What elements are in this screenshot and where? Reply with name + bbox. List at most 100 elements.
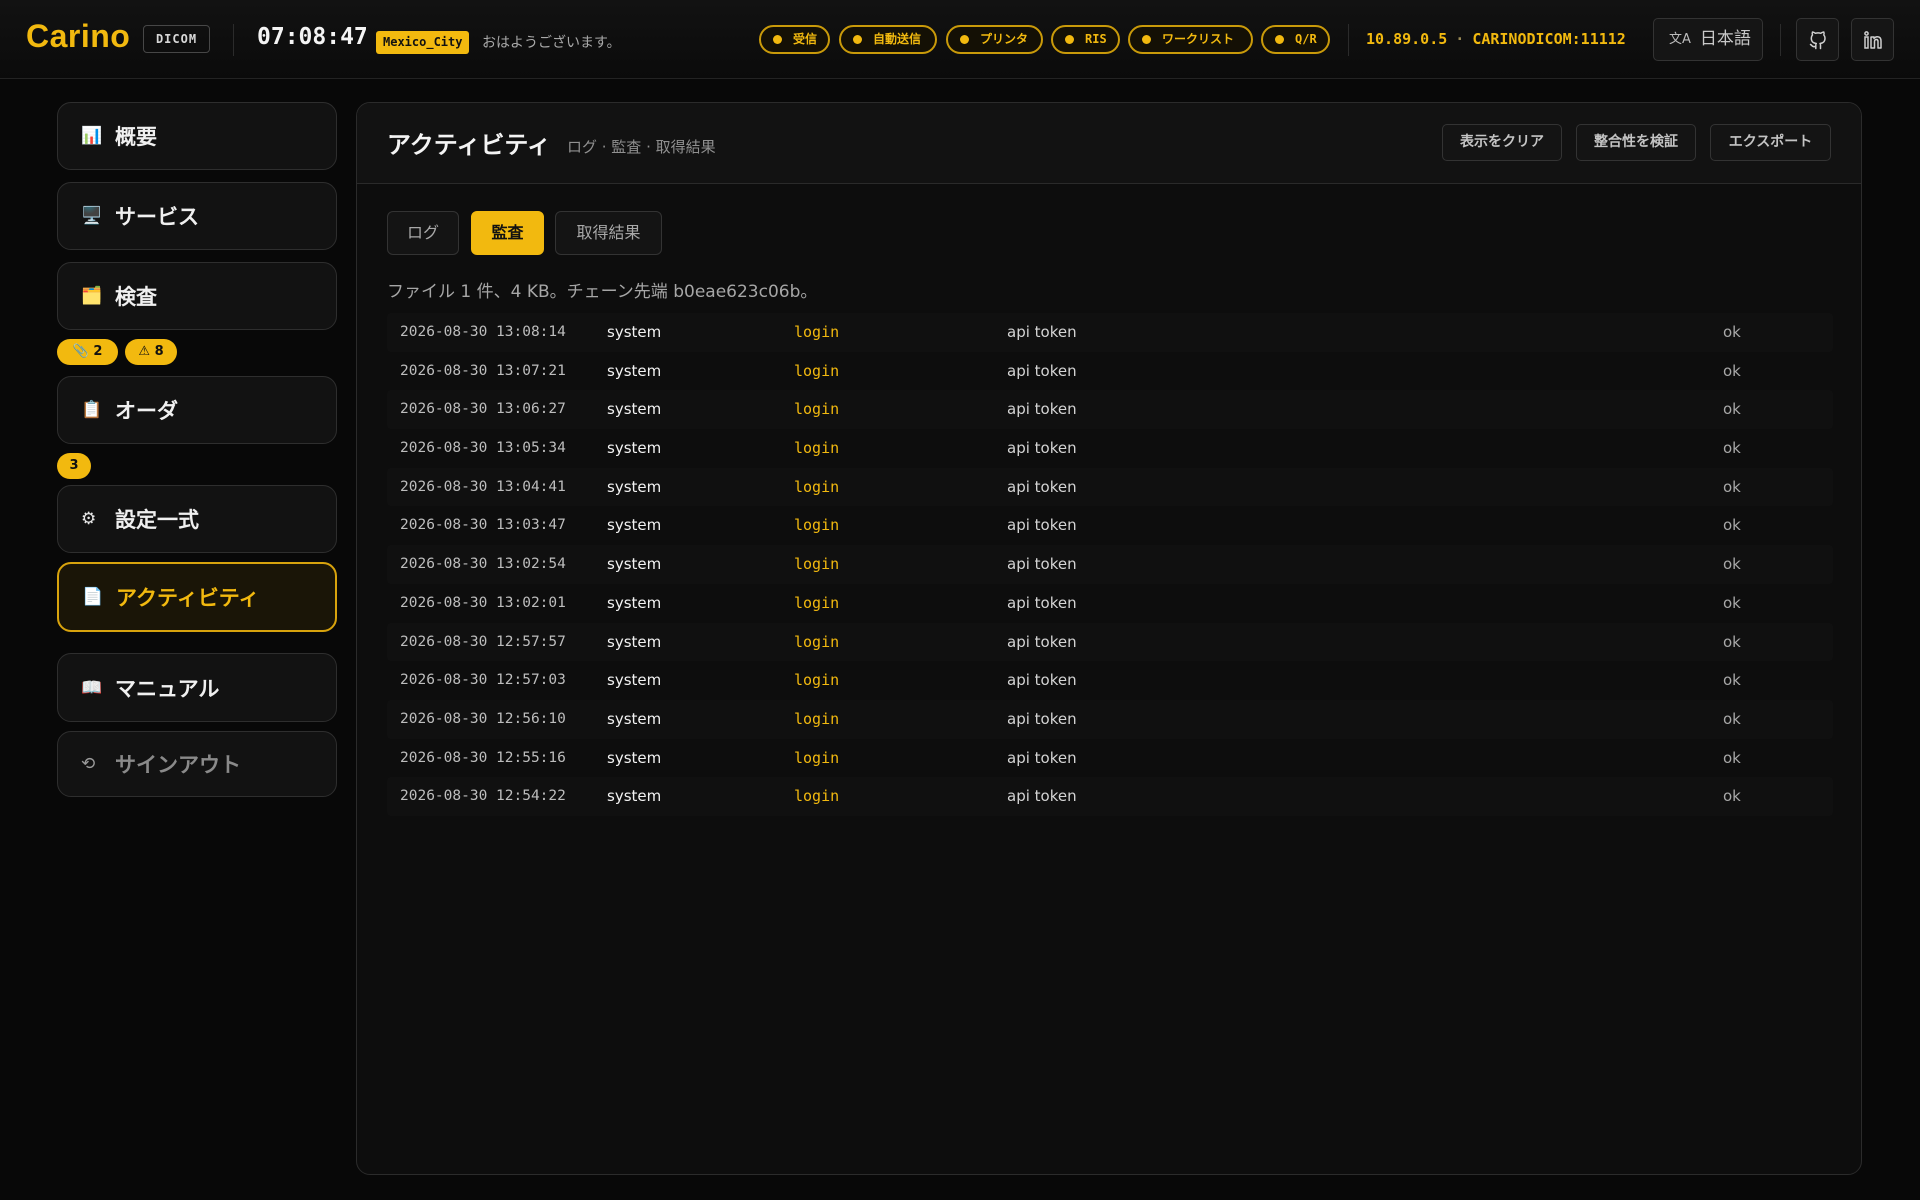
audit-row[interactable]: 2026-08-30 13:02:01 system login api token o… <box>387 584 1833 623</box>
audit-user: system <box>607 593 662 612</box>
audit-time: 2026-08-30 13:06:27 <box>400 401 566 418</box>
monitor-icon: 🖥️ <box>81 206 103 226</box>
divider <box>1348 24 1349 56</box>
audit-row[interactable]: 2026-08-30 12:57:03 system login api token o… <box>387 661 1833 700</box>
audit-row[interactable]: 2026-08-30 13:02:54 system login api token o… <box>387 545 1833 584</box>
audit-time: 2026-08-30 13:07:21 <box>400 362 566 379</box>
document-icon: 📄 <box>82 587 104 607</box>
sidebar-item-label: サービス <box>115 205 199 229</box>
sidebar-item-label: アクティビティ <box>116 586 260 610</box>
audit-detail: api token <box>1007 477 1077 496</box>
chart-icon: 📊 <box>81 126 103 146</box>
audit-detail: api token <box>1007 439 1077 458</box>
audit-action: login <box>794 323 840 341</box>
audit-row[interactable]: 2026-08-30 12:54:22 system login api token o… <box>387 777 1833 816</box>
status-pill-printer[interactable]: プリンタ <box>946 25 1043 54</box>
audit-row[interactable]: 2026-08-30 13:06:27 system login api token o… <box>387 390 1833 430</box>
tab-results[interactable]: 取得結果 <box>555 211 662 255</box>
audit-row[interactable]: 2026-08-30 13:05:34 system login api token o… <box>387 429 1833 468</box>
audit-user: system <box>607 555 662 574</box>
audit-summary: ファイル 1 件、4 KB。チェーン先端 b0eae623c06b。 <box>387 282 818 302</box>
audit-row[interactable]: 2026-08-30 12:57:57 system login api token o… <box>387 622 1833 662</box>
export-button[interactable]: エクスポート <box>1710 124 1831 161</box>
status-dot-icon <box>773 35 782 44</box>
audit-user: system <box>607 477 662 496</box>
tab-audit[interactable]: 監査 <box>471 211 544 255</box>
github-button[interactable] <box>1796 18 1839 61</box>
language-button[interactable]: 文A 日本語 <box>1653 18 1763 61</box>
clear-view-button[interactable]: 表示をクリア <box>1442 124 1562 161</box>
linkedin-button[interactable] <box>1851 18 1894 61</box>
audit-user: system <box>607 439 662 458</box>
host-ae-title: CARINODICOM:11112 <box>1472 30 1626 48</box>
audit-result: ok <box>1723 632 1741 651</box>
audit-user: system <box>607 632 662 651</box>
status-pill-receive[interactable]: 受信 <box>759 25 830 54</box>
sidebar-item-overview[interactable]: 📊 概要 <box>57 102 337 170</box>
audit-detail: api token <box>1007 516 1077 535</box>
audit-action: login <box>794 361 840 380</box>
sidebar-item-label: サインアウト <box>115 753 241 777</box>
host-separator: · <box>1455 30 1465 48</box>
audit-result: ok <box>1723 323 1741 341</box>
audit-row[interactable]: 2026-08-30 13:08:14 system login api token o… <box>387 313 1833 352</box>
host-ip: 10.89.0.5 <box>1366 30 1448 48</box>
folder-icon: 🗂️ <box>81 286 103 306</box>
sidebar-item-signout[interactable]: ⟲ サインアウト <box>57 731 337 797</box>
audit-time: 2026-08-30 13:08:14 <box>400 324 566 340</box>
sidebar-item-activity[interactable]: 📄 アクティビティ <box>57 562 337 632</box>
status-pill-worklist[interactable]: ワークリスト <box>1128 25 1253 54</box>
audit-action: login <box>794 400 840 419</box>
audit-row[interactable]: 2026-08-30 12:55:16 system login api token o… <box>387 739 1833 778</box>
audit-row[interactable]: 2026-08-30 13:03:47 system login api token o… <box>387 506 1833 545</box>
sidebar-item-manual[interactable]: 📖 マニュアル <box>57 653 337 722</box>
audit-time: 2026-08-30 13:03:47 <box>400 517 566 534</box>
audit-user: system <box>607 709 662 728</box>
audit-row[interactable]: 2026-08-30 13:04:41 system login api token o… <box>387 467 1833 507</box>
audit-detail: api token <box>1007 748 1077 767</box>
sidebar-item-exams[interactable]: 🗂️ 検査 <box>57 262 337 330</box>
gear-icon: ⚙ <box>81 509 97 529</box>
audit-detail: api token <box>1007 787 1077 806</box>
sidebar-item-label: オーダ <box>115 399 178 423</box>
sidebar-item-label: 概要 <box>115 125 157 149</box>
audit-result: ok <box>1723 593 1741 612</box>
divider <box>233 24 234 56</box>
sidebar-item-services[interactable]: 🖥️ サービス <box>57 182 337 250</box>
audit-row[interactable]: 2026-08-30 12:56:10 system login api token o… <box>387 699 1833 739</box>
audit-user: system <box>607 516 662 535</box>
audit-result: ok <box>1723 555 1741 574</box>
status-pill-autosend[interactable]: 自動送信 <box>839 25 937 54</box>
audit-action: login <box>794 516 840 535</box>
audit-time: 2026-08-30 12:57:03 <box>400 672 566 689</box>
translate-icon: 文A <box>1669 32 1691 47</box>
page-subtitle: ログ · 監査 · 取得結果 <box>567 138 716 156</box>
verify-integrity-button[interactable]: 整合性を検証 <box>1576 124 1696 161</box>
tab-log[interactable]: ログ <box>387 211 459 255</box>
audit-user: system <box>607 787 662 806</box>
audit-time: 2026-08-30 13:02:54 <box>400 556 566 573</box>
status-pill-qr[interactable]: Q/R <box>1261 25 1330 54</box>
warning-count-badge: ⚠ 8 <box>125 339 177 365</box>
audit-result: ok <box>1723 439 1741 458</box>
audit-action: login <box>794 787 840 806</box>
audit-row[interactable]: 2026-08-30 13:07:21 system login api token o… <box>387 352 1833 391</box>
attachment-count-badge: 📎 2 <box>57 339 118 365</box>
audit-detail: api token <box>1007 632 1077 651</box>
audit-time: 2026-08-30 13:02:01 <box>400 594 566 611</box>
audit-user: system <box>607 323 662 341</box>
audit-result: ok <box>1723 400 1741 419</box>
status-dot-icon <box>853 35 862 44</box>
sidebar-item-settings[interactable]: ⚙ 設定一式 <box>57 485 337 553</box>
audit-time: 2026-08-30 12:55:16 <box>400 749 566 766</box>
sidebar-item-orders[interactable]: 📋 オーダ <box>57 376 337 444</box>
audit-result: ok <box>1723 671 1741 690</box>
language-label: 日本語 <box>1699 29 1751 49</box>
audit-action: login <box>794 439 840 458</box>
greeting: おはようございます。 <box>482 35 621 51</box>
audit-detail: api token <box>1007 323 1077 341</box>
page-title: アクティビティ <box>387 131 551 159</box>
status-pill-ris[interactable]: RIS <box>1051 25 1120 54</box>
timezone-badge: Mexico_City <box>376 31 470 54</box>
brand-logo: Carino <box>26 18 131 54</box>
